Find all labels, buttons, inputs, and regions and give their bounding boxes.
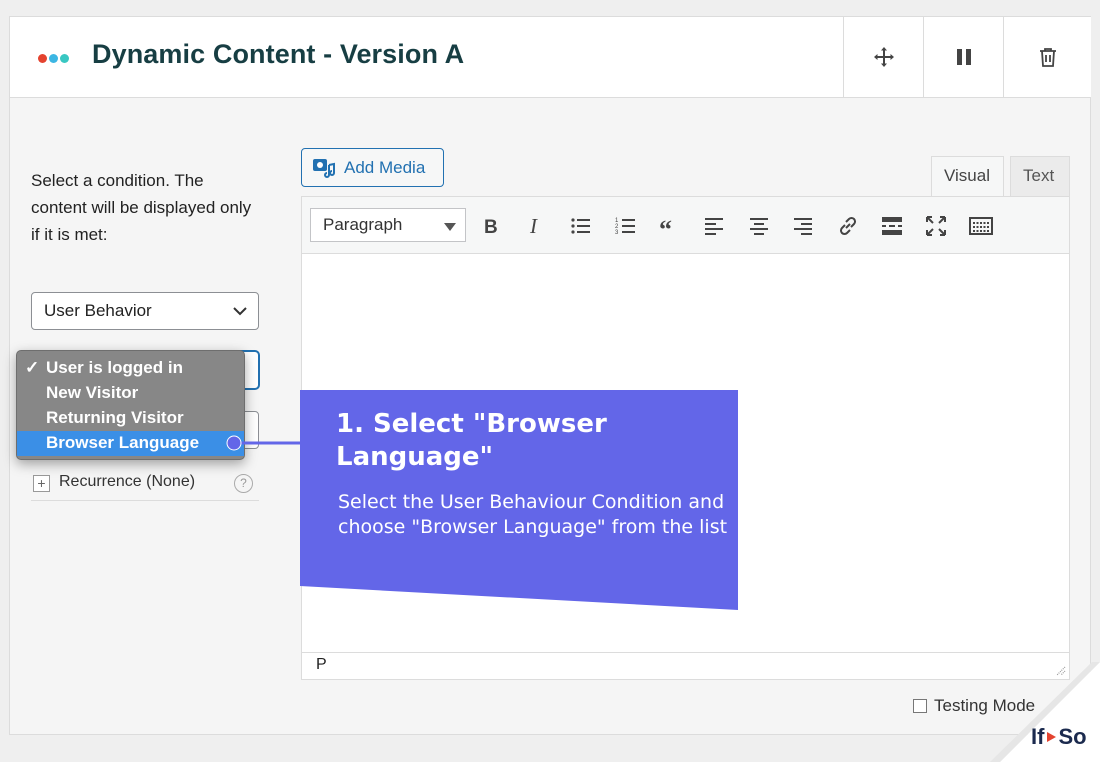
align-center-icon[interactable] <box>746 213 772 239</box>
pause-icon <box>956 49 971 65</box>
read-more-icon[interactable] <box>879 213 905 239</box>
callout-title: 1. Select "Browser Language" <box>336 409 607 472</box>
testing-mode-checkbox[interactable] <box>913 699 927 713</box>
svg-text:I: I <box>529 214 538 238</box>
delete-button[interactable] <box>1003 17 1091 97</box>
move-button[interactable] <box>843 17 923 97</box>
condition-select[interactable]: User Behavior <box>31 292 259 330</box>
format-select-value: Paragraph <box>323 215 403 234</box>
tab-visual[interactable]: Visual <box>931 156 1004 197</box>
bullet-list-icon[interactable] <box>568 213 594 239</box>
align-left-icon[interactable] <box>701 213 727 239</box>
recurrence-label: Recurrence (None) <box>59 473 196 490</box>
pause-button[interactable] <box>923 17 1003 97</box>
checkmark-icon: ✓ <box>25 358 40 377</box>
align-right-icon[interactable] <box>790 213 816 239</box>
format-select[interactable]: Paragraph <box>310 208 466 242</box>
help-icon[interactable]: ? <box>234 474 253 493</box>
option-new-visitor[interactable]: New Visitor <box>17 381 244 406</box>
bold-icon[interactable]: B <box>478 213 504 239</box>
expand-icon[interactable]: + <box>33 475 50 492</box>
media-icon <box>313 158 335 178</box>
callout-body: Select the User Behaviour Condition and … <box>338 491 728 538</box>
numbered-list-icon[interactable]: 123 <box>613 213 639 239</box>
panel-header: Dynamic Content - Version A <box>10 17 1091 98</box>
element-path: P <box>316 656 327 673</box>
svg-text:3: 3 <box>615 230 619 236</box>
option-user-logged-in[interactable]: ✓ User is logged in <box>17 356 244 381</box>
add-media-label: Add Media <box>344 157 426 177</box>
dropdown-arrow-icon <box>444 223 456 231</box>
condition-dropdown-menu[interactable]: ✓ User is logged in New Visitor Returnin… <box>16 350 245 460</box>
callout-connector <box>226 435 306 451</box>
option-browser-language[interactable]: Browser Language <box>17 431 244 456</box>
chevron-down-icon <box>233 307 247 316</box>
editor-status-bar: P <box>302 652 1069 679</box>
editor-toolbar: Paragraph B I 123 “ <box>302 197 1069 254</box>
recurrence-row[interactable]: + Recurrence (None) ? <box>31 470 259 501</box>
toolbar-toggle-icon[interactable] <box>968 213 994 239</box>
option-returning-visitor[interactable]: Returning Visitor <box>17 406 244 431</box>
condition-instructions: Select a condition. The content will be … <box>31 171 252 244</box>
play-arrow-icon <box>1047 732 1057 742</box>
link-icon[interactable] <box>835 213 861 239</box>
fullscreen-icon[interactable] <box>923 213 949 239</box>
blockquote-icon[interactable]: “ <box>657 213 683 239</box>
version-dots-icon <box>38 54 69 63</box>
add-media-button[interactable]: Add Media <box>301 148 444 187</box>
condition-select-value: User Behavior <box>44 301 152 320</box>
tab-text[interactable]: Text <box>1010 156 1070 196</box>
trash-icon <box>1039 48 1056 67</box>
italic-icon[interactable]: I <box>522 213 548 239</box>
svg-text:B: B <box>484 217 498 238</box>
svg-text:“: “ <box>659 215 672 238</box>
panel-title: Dynamic Content - Version A <box>92 39 465 69</box>
ifso-logo: If So <box>1031 724 1087 749</box>
move-icon <box>873 47 894 67</box>
tutorial-callout: 1. Select "Browser Language" Select the … <box>300 390 738 610</box>
